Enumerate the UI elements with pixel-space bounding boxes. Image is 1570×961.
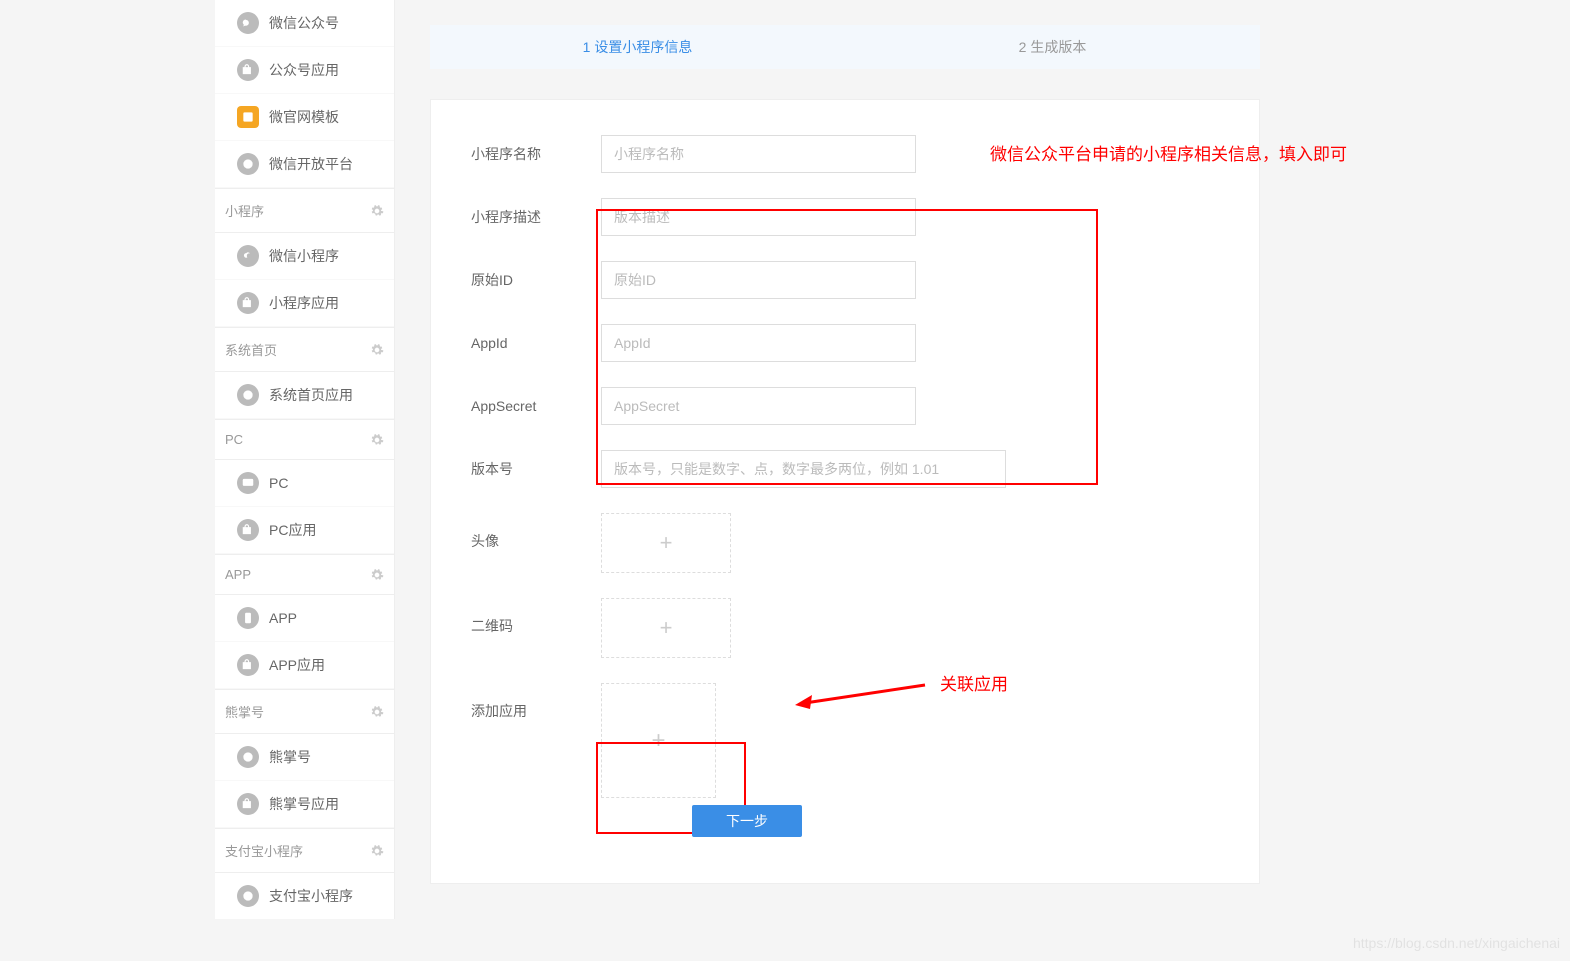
gear-icon[interactable] bbox=[370, 433, 384, 447]
step-2[interactable]: 2 生成版本 bbox=[845, 25, 1260, 69]
input-appid[interactable] bbox=[601, 324, 916, 362]
sidebar-item-xiongzhang[interactable]: 熊掌号 bbox=[215, 734, 394, 781]
sidebar: 微信公众号 公众号应用 微官网模板 微信开放平台 小程序 微信小程序 小程序应用… bbox=[215, 0, 395, 919]
sidebar-group-miniprogram[interactable]: 小程序 bbox=[215, 188, 394, 233]
bag-icon bbox=[237, 292, 259, 314]
sidebar-item-miniprogram-app[interactable]: 小程序应用 bbox=[215, 280, 394, 327]
step-bar: 1 设置小程序信息 2 生成版本 bbox=[430, 25, 1260, 69]
gear-icon[interactable] bbox=[370, 568, 384, 582]
label-desc: 小程序描述 bbox=[471, 207, 601, 227]
label-appid: AppId bbox=[471, 335, 601, 351]
phone-icon bbox=[237, 607, 259, 629]
form-panel: 小程序名称 小程序描述 原始ID AppId AppSecret 版本号 bbox=[430, 99, 1260, 884]
sidebar-item-app-app[interactable]: APP应用 bbox=[215, 642, 394, 689]
sidebar-group-xiongzhang[interactable]: 熊掌号 bbox=[215, 689, 394, 734]
sidebar-item-label: 公众号应用 bbox=[269, 60, 339, 80]
wx-mini-icon bbox=[237, 245, 259, 267]
sidebar-item-label: 小程序应用 bbox=[269, 293, 339, 313]
next-button[interactable]: 下一步 bbox=[692, 805, 802, 837]
sidebar-item-pc-app[interactable]: PC应用 bbox=[215, 507, 394, 554]
sidebar-group-alipay[interactable]: 支付宝小程序 bbox=[215, 828, 394, 873]
sidebar-group-home[interactable]: 系统首页 bbox=[215, 327, 394, 372]
sidebar-item-wechat-official[interactable]: 微信公众号 bbox=[215, 0, 394, 47]
label-qr: 二维码 bbox=[471, 598, 601, 636]
paw-icon bbox=[237, 746, 259, 768]
sidebar-item-label: 微官网模板 bbox=[269, 107, 339, 127]
arrow-icon bbox=[790, 675, 930, 715]
annotation-text-2: 关联应用 bbox=[940, 670, 1008, 695]
monitor-icon bbox=[237, 472, 259, 494]
sidebar-item-label: 熊掌号 bbox=[269, 747, 311, 767]
platform-icon bbox=[237, 153, 259, 175]
gear-icon[interactable] bbox=[370, 343, 384, 357]
bag-icon bbox=[237, 793, 259, 815]
sidebar-item-home-app[interactable]: 系统首页应用 bbox=[215, 372, 394, 419]
sidebar-item-label: APP应用 bbox=[269, 655, 325, 675]
input-version[interactable] bbox=[601, 450, 1006, 488]
upload-avatar[interactable]: + bbox=[601, 513, 731, 573]
sidebar-item-open-platform[interactable]: 微信开放平台 bbox=[215, 141, 394, 188]
plus-icon: + bbox=[660, 615, 673, 641]
bag-icon bbox=[237, 654, 259, 676]
plus-icon: + bbox=[651, 727, 665, 755]
alipay-icon bbox=[237, 885, 259, 907]
sidebar-item-label: 熊掌号应用 bbox=[269, 794, 339, 814]
sidebar-item-label: 系统首页应用 bbox=[269, 385, 353, 405]
bag-icon bbox=[237, 519, 259, 541]
sidebar-item-label: PC bbox=[269, 475, 288, 491]
label-add-app: 添加应用 bbox=[471, 683, 601, 721]
plus-icon: + bbox=[660, 530, 673, 556]
main-content: 1 设置小程序信息 2 生成版本 小程序名称 小程序描述 原始ID AppId … bbox=[430, 0, 1260, 884]
sidebar-item-pc[interactable]: PC bbox=[215, 460, 394, 507]
step-1[interactable]: 1 设置小程序信息 bbox=[430, 25, 845, 69]
sidebar-item-label: 微信公众号 bbox=[269, 13, 339, 33]
input-name[interactable] bbox=[601, 135, 916, 173]
sidebar-item-app[interactable]: APP bbox=[215, 595, 394, 642]
sidebar-item-label: APP bbox=[269, 610, 297, 626]
sidebar-item-label: 微信小程序 bbox=[269, 246, 339, 266]
bag-icon bbox=[237, 59, 259, 81]
sidebar-item-wx-miniprogram[interactable]: 微信小程序 bbox=[215, 233, 394, 280]
gear-icon[interactable] bbox=[370, 705, 384, 719]
wechat-icon bbox=[237, 12, 259, 34]
label-secret: AppSecret bbox=[471, 398, 601, 414]
sidebar-item-alipay-mini[interactable]: 支付宝小程序 bbox=[215, 873, 394, 919]
input-desc[interactable] bbox=[601, 198, 916, 236]
label-avatar: 头像 bbox=[471, 513, 601, 551]
upload-qr[interactable]: + bbox=[601, 598, 731, 658]
input-secret[interactable] bbox=[601, 387, 916, 425]
label-name: 小程序名称 bbox=[471, 144, 601, 164]
add-app-box[interactable]: + bbox=[601, 683, 716, 798]
watermark: https://blog.csdn.net/xingaichenai bbox=[1353, 935, 1560, 951]
sidebar-group-app[interactable]: APP bbox=[215, 554, 394, 595]
sidebar-group-pc[interactable]: PC bbox=[215, 419, 394, 460]
label-oid: 原始ID bbox=[471, 270, 601, 290]
gear-icon[interactable] bbox=[370, 844, 384, 858]
sidebar-item-label: 支付宝小程序 bbox=[269, 886, 353, 906]
input-oid[interactable] bbox=[601, 261, 916, 299]
template-icon bbox=[237, 106, 259, 128]
gear-icon[interactable] bbox=[370, 204, 384, 218]
home-icon bbox=[237, 384, 259, 406]
label-version: 版本号 bbox=[471, 459, 601, 479]
sidebar-item-label: PC应用 bbox=[269, 520, 316, 540]
sidebar-item-label: 微信开放平台 bbox=[269, 154, 353, 174]
sidebar-item-xiongzhang-app[interactable]: 熊掌号应用 bbox=[215, 781, 394, 828]
sidebar-item-official-app[interactable]: 公众号应用 bbox=[215, 47, 394, 94]
sidebar-item-template[interactable]: 微官网模板 bbox=[215, 94, 394, 141]
annotation-text-1: 微信公众平台申请的小程序相关信息，填入即可 bbox=[990, 140, 1347, 165]
